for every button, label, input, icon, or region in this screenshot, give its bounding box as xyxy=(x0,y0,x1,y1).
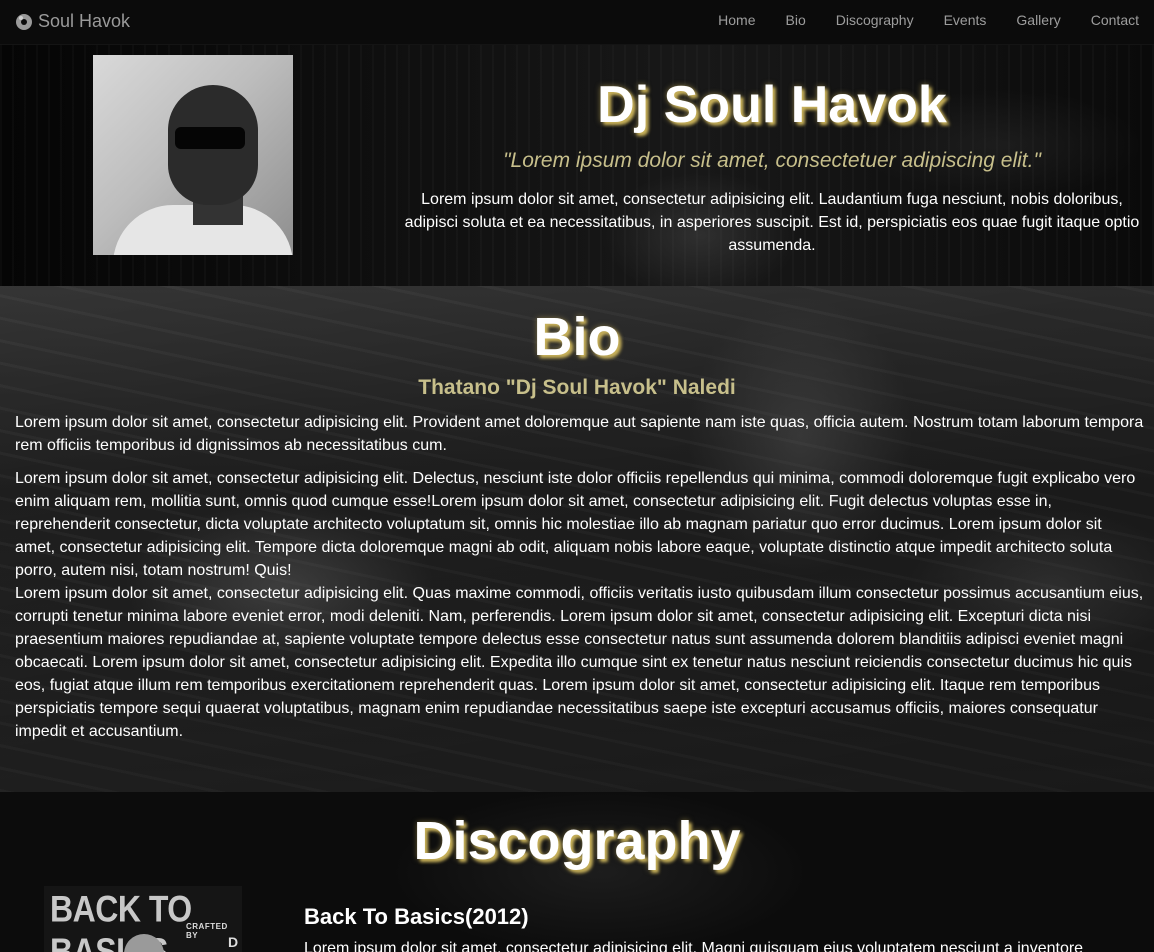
hero-section: Dj Soul Havok "Lorem ipsum dolor sit ame… xyxy=(0,45,1154,286)
bio-paragraph-2-part-1: Lorem ipsum dolor sit amet, consectetur … xyxy=(15,470,1136,579)
portrait-sunglasses xyxy=(175,127,245,149)
navbar: Soul Havok Home Bio Discography Events G… xyxy=(0,0,1154,45)
bio-title: Bio xyxy=(533,307,621,367)
nav-item-contact[interactable]: Contact xyxy=(1076,0,1154,45)
bio-paragraph-1: Lorem ipsum dolor sit amet, consectetur … xyxy=(15,414,1144,454)
nav-item-discography[interactable]: Discography xyxy=(821,0,929,45)
brand-link[interactable]: Soul Havok xyxy=(16,11,130,32)
album-cover-image: BACK TO BASICS CRAFTED BY D xyxy=(44,886,242,952)
album-cover-letter: D xyxy=(228,934,239,950)
brand-label: Soul Havok xyxy=(38,11,131,31)
nav-menu: Home Bio Discography Events Gallery Cont… xyxy=(703,0,1154,45)
dj-portrait-image xyxy=(93,55,293,255)
hero-text: Lorem ipsum dolor sit amet, consectetur … xyxy=(404,191,1140,254)
vinyl-disc-icon xyxy=(16,13,32,30)
nav-item-gallery[interactable]: Gallery xyxy=(1001,0,1075,45)
discography-title: Discography xyxy=(413,811,741,871)
hero-title: Dj Soul Havok xyxy=(597,76,947,134)
discography-section: Discography BACK TO BASICS CRAFTED BY D … xyxy=(0,792,1154,952)
nav-item-bio[interactable]: Bio xyxy=(771,0,821,45)
bio-paragraph-2: Lorem ipsum dolor sit amet, consectetur … xyxy=(15,467,1145,743)
album-title: Back To Basics(2012) xyxy=(304,904,529,929)
bio-subtitle: Thatano "Dj Soul Havok" Naledi xyxy=(418,376,736,399)
hero-quote: "Lorem ipsum dolor sit amet, consectetue… xyxy=(503,149,1041,172)
album-description: Lorem ipsum dolor sit amet, consectetur … xyxy=(304,940,1084,952)
nav-item-events[interactable]: Events xyxy=(929,0,1002,45)
nav-item-home[interactable]: Home xyxy=(703,0,770,45)
bio-section: Bio Thatano "Dj Soul Havok" Naledi Lorem… xyxy=(0,286,1154,792)
bio-paragraph-2-part-2: Lorem ipsum dolor sit amet, consectetur … xyxy=(15,585,1144,740)
